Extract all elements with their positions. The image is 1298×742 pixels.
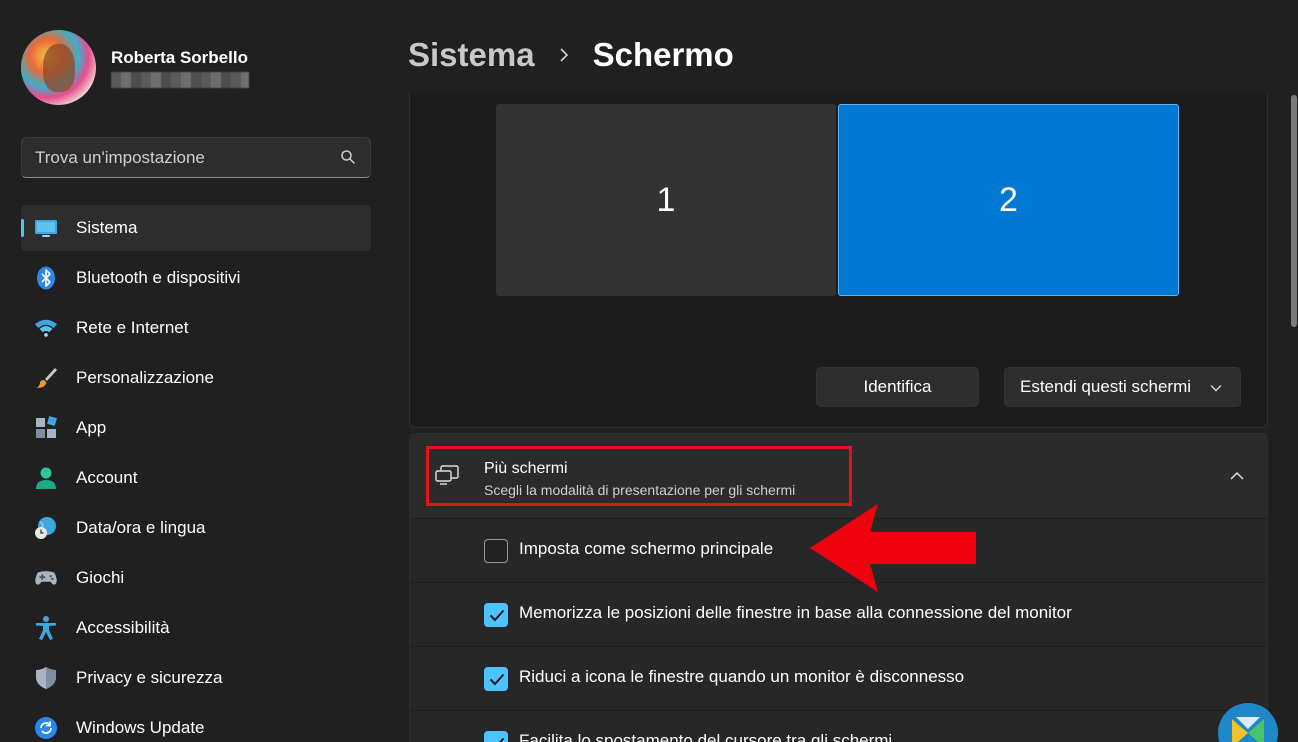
checkmark-icon bbox=[489, 609, 505, 622]
search-icon[interactable] bbox=[340, 149, 356, 165]
sidebar-item-label: Personalizzazione bbox=[76, 368, 214, 387]
chevron-down-icon bbox=[1210, 385, 1222, 392]
ease-cursor-checkbox[interactable] bbox=[484, 731, 508, 742]
sidebar-item-privacy[interactable]: Privacy e sicurezza bbox=[21, 655, 371, 701]
brush-icon bbox=[34, 366, 58, 390]
primary-display-checkbox[interactable] bbox=[484, 539, 508, 563]
page-title: Schermo bbox=[592, 36, 734, 73]
monitor-1-tile[interactable]: 1 bbox=[496, 104, 836, 296]
checkmark-icon bbox=[499, 737, 505, 742]
sidebar-item-label: Account bbox=[76, 468, 138, 487]
avatar[interactable] bbox=[21, 30, 96, 105]
sidebar-item-label: Rete e Internet bbox=[76, 318, 189, 337]
gamepad-icon bbox=[34, 566, 58, 590]
scrollbar-thumb[interactable] bbox=[1291, 95, 1297, 327]
sidebar-item-label: Data/ora e lingua bbox=[76, 518, 206, 537]
user-email-redacted bbox=[111, 72, 249, 88]
sidebar-item-bluetooth[interactable]: Bluetooth e dispositivi bbox=[21, 255, 371, 301]
sidebar-item-label: Sistema bbox=[76, 218, 138, 237]
person-icon bbox=[34, 466, 58, 490]
nav-list: Sistema Bluetooth e dispositivi Rete e I… bbox=[21, 205, 371, 742]
search-input[interactable] bbox=[22, 138, 332, 177]
monitor-icon bbox=[34, 216, 58, 240]
option-label: Memorizza le posizioni delle finestre in… bbox=[519, 603, 1072, 622]
chevron-right-icon bbox=[560, 48, 568, 62]
annotation-highlight-box bbox=[426, 446, 852, 506]
sidebar-item-app[interactable]: App bbox=[21, 405, 371, 451]
breadcrumb-parent[interactable]: Sistema bbox=[408, 36, 535, 74]
sidebar-item-label: App bbox=[76, 418, 107, 437]
search-box[interactable] bbox=[21, 137, 371, 178]
identify-button[interactable]: Identifica bbox=[816, 367, 979, 407]
accessibility-icon bbox=[34, 616, 58, 640]
sidebar-item-personalizzazione[interactable]: Personalizzazione bbox=[21, 355, 371, 401]
apps-icon bbox=[34, 416, 58, 440]
sidebar-item-label: Privacy e sicurezza bbox=[76, 668, 223, 687]
sidebar-item-account[interactable]: Account bbox=[21, 455, 371, 501]
globe-clock-icon bbox=[34, 516, 58, 540]
option-row-minimize-windows[interactable]: Riduci a icona le finestre quando un mon… bbox=[410, 646, 1267, 709]
option-label: Facilita lo spostamento del cursore tra … bbox=[519, 731, 893, 742]
monitor-2-tile[interactable]: 2 bbox=[838, 104, 1179, 296]
sidebar-item-sistema[interactable]: Sistema bbox=[21, 205, 371, 251]
annotation-arrow-icon bbox=[810, 504, 976, 592]
shield-icon bbox=[34, 666, 58, 690]
sidebar-item-giochi[interactable]: Giochi bbox=[21, 555, 371, 601]
sidebar: Roberta Sorbello Sistema Bluetooth e dis… bbox=[0, 0, 390, 742]
sidebar-item-label: Bluetooth e dispositivi bbox=[76, 268, 241, 287]
display-arrangement-panel: 1 2 Identifica Estendi questi schermi bbox=[409, 92, 1268, 428]
sidebar-item-windows-update[interactable]: Windows Update bbox=[21, 705, 371, 742]
remember-positions-checkbox[interactable] bbox=[484, 603, 508, 627]
user-name: Roberta Sorbello bbox=[111, 48, 248, 67]
sidebar-item-rete[interactable]: Rete e Internet bbox=[21, 305, 371, 351]
chevron-up-icon[interactable] bbox=[1229, 468, 1245, 484]
display-mode-dropdown[interactable]: Estendi questi schermi bbox=[1004, 367, 1241, 407]
sidebar-item-label: Windows Update bbox=[76, 718, 205, 737]
breadcrumb: Sistema Schermo bbox=[408, 33, 734, 77]
option-label: Riduci a icona le finestre quando un mon… bbox=[519, 667, 965, 686]
checkmark-icon bbox=[489, 673, 505, 686]
sidebar-item-label: Giochi bbox=[76, 568, 125, 587]
option-label: Imposta come schermo principale bbox=[519, 539, 774, 558]
display-mode-value: Estendi questi schermi bbox=[1020, 377, 1192, 396]
wifi-icon bbox=[34, 316, 58, 340]
bluetooth-icon bbox=[34, 266, 58, 290]
update-icon bbox=[34, 716, 58, 740]
option-row-ease-cursor[interactable]: Facilita lo spostamento del cursore tra … bbox=[410, 710, 1267, 742]
sidebar-item-accessibilita[interactable]: Accessibilità bbox=[21, 605, 371, 651]
sidebar-item-label: Accessibilità bbox=[76, 618, 170, 637]
sidebar-item-data-ora[interactable]: Data/ora e lingua bbox=[21, 505, 371, 551]
minimize-windows-checkbox[interactable] bbox=[484, 667, 508, 691]
